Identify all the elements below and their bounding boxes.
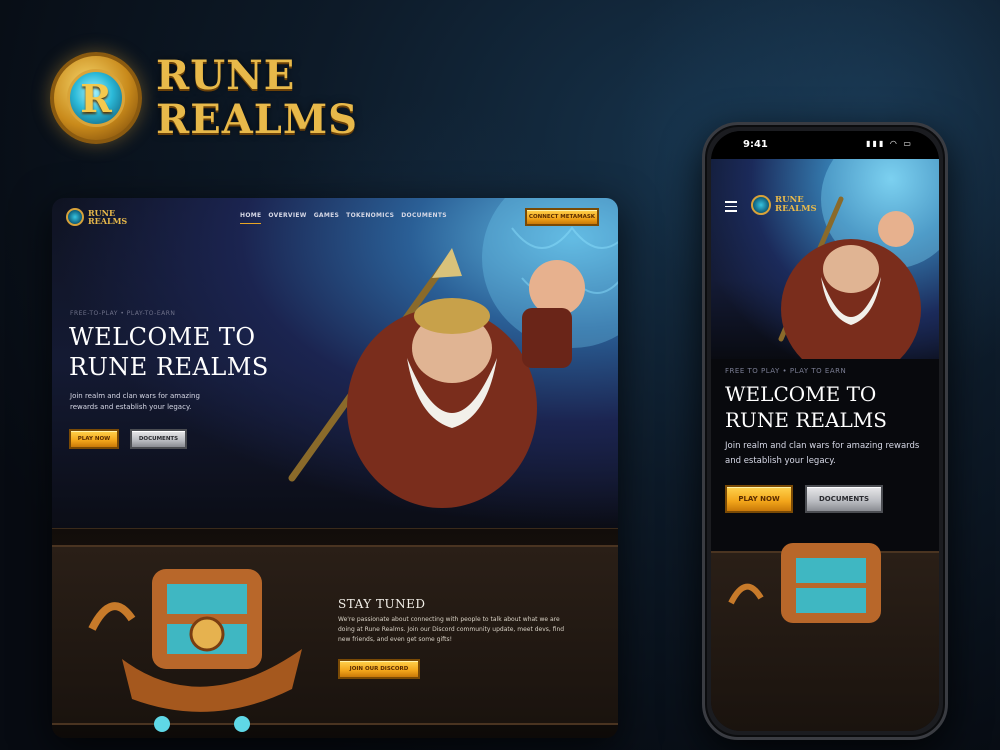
play-now-button[interactable]: PLAY NOW [69,429,119,449]
nav-tokenomics[interactable]: TOKENOMICS [346,212,394,224]
phone-logo-text: RUNE REALMS [775,195,817,214]
nav-home[interactable]: HOME [240,212,262,224]
hero-kicker: FREE-TO-PLAY • PLAY-TO-EARN [70,310,176,317]
brand-line-2: REALMS [156,96,359,143]
phone-dwarf-illustration [778,159,939,359]
phone-logo-emblem-icon [751,195,771,215]
phone-stay-tuned-section [711,543,939,731]
connect-metamask-button[interactable]: CONNECT METAMASK [525,208,599,226]
brand-header: R RUNE REALMS [50,52,358,144]
phone-documents-button[interactable]: DOCUMENTS [805,485,883,513]
desktop-mockup: RUNE REALMS HOME OVERVIEW GAMES TOKENOMI… [52,198,618,738]
nav-documents[interactable]: DOCUMENTS [401,212,447,224]
desktop-hero: RUNE REALMS HOME OVERVIEW GAMES TOKENOMI… [52,198,618,528]
stay-tuned-title: STAY TUNED [338,597,426,611]
stay-tuned-body: We're passionate about connecting with p… [338,616,565,643]
phone-screen: RUNE REALMS 9:41 ▮▮▮ ◠ ▭ FREE TO PLAY • … [711,131,939,731]
phone-hero-title: WELCOME TO RUNE REALMS [725,382,887,432]
desktop-nav: RUNE REALMS HOME OVERVIEW GAMES TOKENOMI… [52,198,618,238]
signal-wifi-battery-icon: ▮▮▮ ◠ ▭ [866,139,913,148]
airship-illustration [88,569,302,732]
nav-overview[interactable]: OVERVIEW [268,212,306,224]
documents-button[interactable]: DOCUMENTS [130,429,187,449]
phone-airship-illustration [728,543,881,623]
phone-mockup: RUNE REALMS 9:41 ▮▮▮ ◠ ▭ FREE TO PLAY • … [702,122,948,740]
nav-games[interactable]: GAMES [314,212,339,224]
brand-line-1: RUNE [156,52,296,99]
emblem-gem: R [67,69,125,127]
phone-hero: RUNE REALMS [711,159,939,359]
nav-links: HOME OVERVIEW GAMES TOKENOMICS DOCUMENTS [240,212,447,224]
hero-title: WELCOME TO RUNE REALMS [69,323,269,381]
phone-logo[interactable]: RUNE REALMS [751,195,817,215]
desktop-logo[interactable]: RUNE REALMS [66,208,127,226]
logo-emblem-icon [66,208,84,226]
stay-tuned-section: STAY TUNED We're passionate about connec… [52,528,618,738]
brand-wordmark: RUNE REALMS [156,54,358,142]
status-time: 9:41 [743,139,768,150]
phone-play-now-button[interactable]: PLAY NOW [725,485,793,513]
phone-status-bar: 9:41 ▮▮▮ ◠ ▭ [711,131,939,159]
rune-emblem-icon: R [50,52,142,144]
phone-hero-subtitle: Join realm and clan wars for amazing rew… [725,441,920,466]
hero-subtitle: Join realm and clan wars for amazing rew… [70,392,200,411]
hamburger-menu-icon[interactable] [725,201,737,215]
join-discord-button[interactable]: JOIN OUR DISCORD [338,659,420,679]
phone-hero-kicker: FREE TO PLAY • PLAY TO EARN [725,367,847,375]
phone-notch [785,135,865,153]
desktop-logo-text: RUNE REALMS [88,208,128,226]
